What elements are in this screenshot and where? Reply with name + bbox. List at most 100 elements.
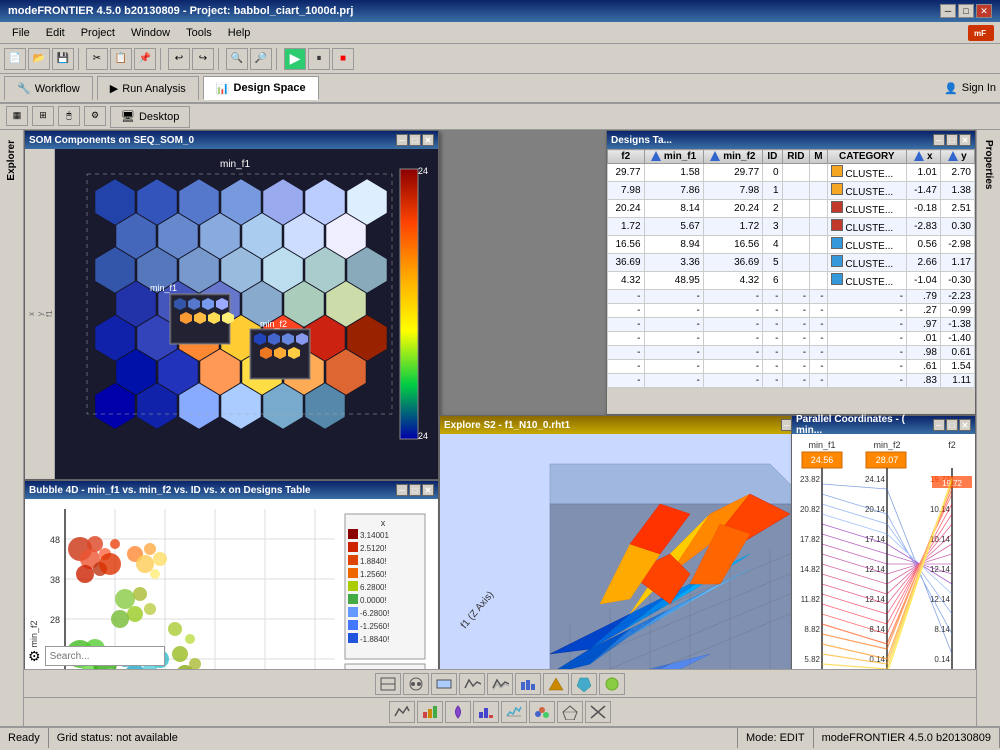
table-row[interactable]: -------.97-1.38 bbox=[608, 318, 975, 332]
pause-button[interactable]: ⏸ bbox=[308, 48, 330, 70]
bt2-btn6[interactable] bbox=[529, 701, 555, 723]
bt2-btn1[interactable] bbox=[389, 701, 415, 723]
desktop-tb-3[interactable]: 🖱 bbox=[58, 106, 80, 126]
bt1-btn8[interactable] bbox=[571, 673, 597, 695]
bt1-btn4[interactable] bbox=[459, 673, 485, 695]
tab-run-analysis[interactable]: ▶ Run Analysis bbox=[97, 76, 199, 100]
open-button[interactable]: 📂 bbox=[28, 48, 50, 70]
cut-button[interactable]: ✂ bbox=[86, 48, 108, 70]
desktop-bar: ▦ ⊞ 🖱 ⚙ 🖥 Desktop bbox=[0, 104, 1000, 130]
table-row[interactable]: -------.980.61 bbox=[608, 346, 975, 360]
col-m[interactable]: M bbox=[810, 150, 827, 164]
menu-file[interactable]: File bbox=[4, 25, 38, 41]
save-button[interactable]: 💾 bbox=[52, 48, 74, 70]
table-row[interactable]: 1.725.671.723 CLUSTE...-2.830.30 bbox=[608, 218, 975, 236]
col-rid[interactable]: RID bbox=[782, 150, 810, 164]
redo-button[interactable]: ↪ bbox=[192, 48, 214, 70]
menu-tools[interactable]: Tools bbox=[178, 25, 220, 41]
bt1-btn1[interactable] bbox=[375, 673, 401, 695]
explorer-item-x[interactable]: x bbox=[27, 153, 36, 475]
copy-button[interactable]: 📋 bbox=[110, 48, 132, 70]
table-row[interactable]: 16.568.9416.564 CLUSTE...0.56-2.98 bbox=[608, 236, 975, 254]
bt2-btn8[interactable] bbox=[585, 701, 611, 723]
col-min-f2[interactable]: min_f2 bbox=[703, 150, 762, 164]
explorer-item-f1[interactable]: f1 bbox=[45, 153, 54, 475]
paste-button[interactable]: 📌 bbox=[134, 48, 156, 70]
menu-window[interactable]: Window bbox=[123, 25, 178, 41]
svg-text:38: 38 bbox=[50, 575, 60, 585]
sign-in-label[interactable]: Sign In bbox=[962, 82, 996, 94]
maximize-button[interactable]: □ bbox=[958, 4, 974, 18]
table-row[interactable]: 4.3248.954.326 CLUSTE...-1.04-0.30 bbox=[608, 272, 975, 290]
zoom-out-button[interactable]: 🔎 bbox=[250, 48, 272, 70]
bubble-title-bar[interactable]: Bubble 4D - min_f1 vs. min_f2 vs. ID vs.… bbox=[25, 481, 438, 499]
parallel-maximize[interactable]: □ bbox=[946, 419, 958, 431]
desktop-tb-1[interactable]: ▦ bbox=[6, 106, 28, 126]
desktop-button[interactable]: 🖥 Desktop bbox=[110, 106, 190, 128]
design-space-label: Design Space bbox=[234, 82, 306, 94]
designs-close[interactable]: ✕ bbox=[959, 134, 971, 146]
bubble-maximize[interactable]: □ bbox=[409, 484, 421, 496]
desktop-tb-2[interactable]: ⊞ bbox=[32, 106, 54, 126]
col-y[interactable]: y bbox=[940, 150, 974, 164]
table-row[interactable]: 7.987.867.981 CLUSTE...-1.471.38 bbox=[608, 182, 975, 200]
designs-maximize[interactable]: □ bbox=[946, 134, 958, 146]
explorer-item-y[interactable]: y bbox=[36, 153, 45, 475]
bt1-btn3[interactable] bbox=[431, 673, 457, 695]
table-row[interactable]: -------.27-0.99 bbox=[608, 304, 975, 318]
col-min-f1[interactable]: min_f1 bbox=[644, 150, 703, 164]
table-row[interactable]: -------.611.54 bbox=[608, 360, 975, 374]
table-row[interactable]: 20.248.1420.242 CLUSTE...-0.182.51 bbox=[608, 200, 975, 218]
stop-button[interactable]: ■ bbox=[332, 48, 354, 70]
bt1-btn9[interactable] bbox=[599, 673, 625, 695]
explorer-label[interactable]: Explorer bbox=[6, 132, 17, 189]
bt1-btn5[interactable] bbox=[487, 673, 513, 695]
bt1-btn7[interactable] bbox=[543, 673, 569, 695]
parallel-title-bar[interactable]: Parallel Coordinates - ( min... ─ □ ✕ bbox=[792, 416, 975, 434]
menu-project[interactable]: Project bbox=[73, 25, 123, 41]
run-button[interactable]: ▶ bbox=[284, 48, 306, 70]
menu-edit[interactable]: Edit bbox=[38, 25, 73, 41]
table-row[interactable]: -------.01-1.40 bbox=[608, 332, 975, 346]
parallel-close[interactable]: ✕ bbox=[959, 419, 971, 431]
zoom-in-button[interactable]: 🔍 bbox=[226, 48, 248, 70]
tab-workflow[interactable]: 🔧 Workflow bbox=[4, 76, 93, 100]
bt2-btn3[interactable] bbox=[445, 701, 471, 723]
tab-design-space[interactable]: 📊 Design Space bbox=[203, 76, 319, 100]
parallel-minimize[interactable]: ─ bbox=[933, 419, 945, 431]
bt2-btn2[interactable] bbox=[417, 701, 443, 723]
col-x[interactable]: x bbox=[906, 150, 940, 164]
table-row[interactable]: -------.831.11 bbox=[608, 374, 975, 388]
col-category[interactable]: CATEGORY bbox=[827, 150, 906, 164]
bt1-btn6[interactable] bbox=[515, 673, 541, 695]
som-minimize[interactable]: ─ bbox=[396, 134, 408, 146]
search-input[interactable] bbox=[45, 646, 165, 666]
table-row[interactable]: 36.693.3636.695 CLUSTE...2.661.17 bbox=[608, 254, 975, 272]
new-button[interactable]: 📄 bbox=[4, 48, 26, 70]
bt1-btn2[interactable] bbox=[403, 673, 429, 695]
som-close[interactable]: ✕ bbox=[422, 134, 434, 146]
close-button[interactable]: ✕ bbox=[976, 4, 992, 18]
som-panel-title[interactable]: SOM Components on SEQ_SOM_0 ─ □ ✕ bbox=[25, 131, 438, 149]
designs-title-bar[interactable]: Designs Ta... ─ □ ✕ bbox=[607, 131, 975, 149]
table-row[interactable]: -------.79-2.23 bbox=[608, 290, 975, 304]
col-f2[interactable]: f2 bbox=[608, 150, 645, 164]
designs-minimize[interactable]: ─ bbox=[933, 134, 945, 146]
minimize-button[interactable]: ─ bbox=[940, 4, 956, 18]
bt2-btn7[interactable] bbox=[557, 701, 583, 723]
properties-label[interactable]: Properties bbox=[983, 132, 994, 197]
desktop-tb-4[interactable]: ⚙ bbox=[84, 106, 106, 126]
menu-help[interactable]: Help bbox=[220, 25, 259, 41]
table-row[interactable]: 29.771.5829.770 CLUSTE...1.012.70 bbox=[608, 164, 975, 182]
designs-table-container[interactable]: f2 min_f1 min_f2 ID RID M bbox=[607, 149, 975, 414]
svg-text:mF: mF bbox=[974, 29, 986, 38]
bubble-minimize[interactable]: ─ bbox=[396, 484, 408, 496]
bt2-btn5[interactable] bbox=[501, 701, 527, 723]
som-maximize[interactable]: □ bbox=[409, 134, 421, 146]
col-id[interactable]: ID bbox=[763, 150, 782, 164]
bt2-btn4[interactable] bbox=[473, 701, 499, 723]
bubble-close[interactable]: ✕ bbox=[422, 484, 434, 496]
undo-button[interactable]: ↩ bbox=[168, 48, 190, 70]
gear-icon[interactable]: ⚙ bbox=[28, 648, 41, 665]
explore-title-bar[interactable]: Explore S2 - f1_N10_0.rht1 ─ □ ✕ bbox=[440, 416, 823, 434]
